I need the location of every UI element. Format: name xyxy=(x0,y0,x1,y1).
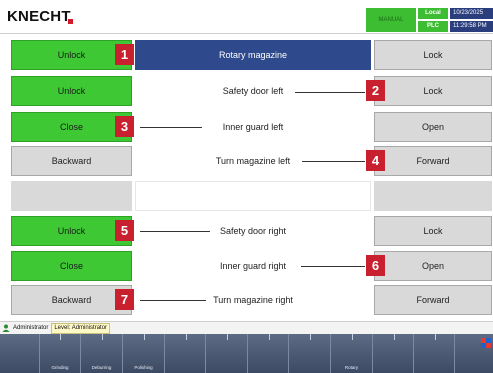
empty-left-slot xyxy=(11,181,132,211)
callout-1: 1 xyxy=(115,44,134,65)
location-local: Local xyxy=(418,8,448,19)
inner-guard-left-close-button[interactable]: Close xyxy=(11,112,132,142)
location-plc: PLC xyxy=(418,21,448,32)
safety-door-left-lock-button[interactable]: Lock xyxy=(374,76,492,106)
callout-2-line xyxy=(295,92,365,93)
callout-4: 4 xyxy=(366,150,385,171)
safety-door-left-unlock-button[interactable]: Unlock xyxy=(11,76,132,106)
empty-right-slot xyxy=(374,181,492,211)
rotary-magazine-lock-button[interactable]: Lock xyxy=(374,40,492,70)
status-bar: Administrator Level: Administrator xyxy=(0,321,493,334)
time-display: 11:29:58 PM xyxy=(450,21,493,32)
callout-5-line xyxy=(140,231,210,232)
inner-guard-left-open-button[interactable]: Open xyxy=(374,112,492,142)
callout-7: 7 xyxy=(115,289,134,310)
toolbar-button-1[interactable] xyxy=(0,334,40,373)
inner-guard-right-close-button[interactable]: Close xyxy=(11,251,132,281)
toolbar-tick xyxy=(310,334,311,340)
header-bar: KNECHT MANUAL Local PLC 10/23/2025 11:29… xyxy=(0,0,493,34)
callout-4-line xyxy=(302,161,365,162)
toolbar-tick xyxy=(60,334,61,340)
callout-6: 6 xyxy=(366,255,385,276)
callout-6-line xyxy=(301,266,365,267)
knecht-logo: KNECHT xyxy=(7,8,71,25)
turn-magazine-right-backward-button[interactable]: Backward xyxy=(11,285,132,315)
bottom-toolbar: Grinding Deburring Polishing Rotary xyxy=(0,334,493,373)
date-display: 10/23/2025 xyxy=(450,8,493,19)
empty-label-slot xyxy=(135,181,371,211)
toolbar-tick xyxy=(102,334,103,340)
toolbar-tick xyxy=(269,334,270,340)
language-flag-icon[interactable] xyxy=(481,338,491,348)
mode-badge: MANUAL xyxy=(366,8,416,32)
safety-door-right-unlock-button[interactable]: Unlock xyxy=(11,216,132,246)
turn-magazine-left-backward-button[interactable]: Backward xyxy=(11,146,132,176)
callout-3-line xyxy=(140,127,202,128)
logo-accent-dot xyxy=(68,19,73,24)
inner-guard-right-open-button[interactable]: Open xyxy=(374,251,492,281)
toolbar-tick xyxy=(227,334,228,340)
toolbar-tick xyxy=(352,334,353,340)
turn-magazine-right-forward-button[interactable]: Forward xyxy=(374,285,492,315)
current-user: Administrator xyxy=(13,325,49,331)
row-label-safety-door-left: Safety door left xyxy=(135,76,371,106)
turn-magazine-left-forward-button[interactable]: Forward xyxy=(374,146,492,176)
callout-3: 3 xyxy=(115,116,134,137)
callout-7-line xyxy=(140,300,206,301)
callout-5: 5 xyxy=(115,220,134,241)
user-icon xyxy=(2,324,10,332)
toolbar-tick xyxy=(394,334,395,340)
callout-2: 2 xyxy=(366,80,385,101)
user-level: Level: Administrator xyxy=(51,322,111,334)
toolbar-tick xyxy=(186,334,187,340)
safety-door-right-lock-button[interactable]: Lock xyxy=(374,216,492,246)
toolbar-tick xyxy=(144,334,145,340)
rotary-magazine-unlock-button[interactable]: Unlock xyxy=(11,40,132,70)
toolbar-tick xyxy=(435,334,436,340)
row-label-rotary-magazine: Rotary magazine xyxy=(135,40,371,70)
